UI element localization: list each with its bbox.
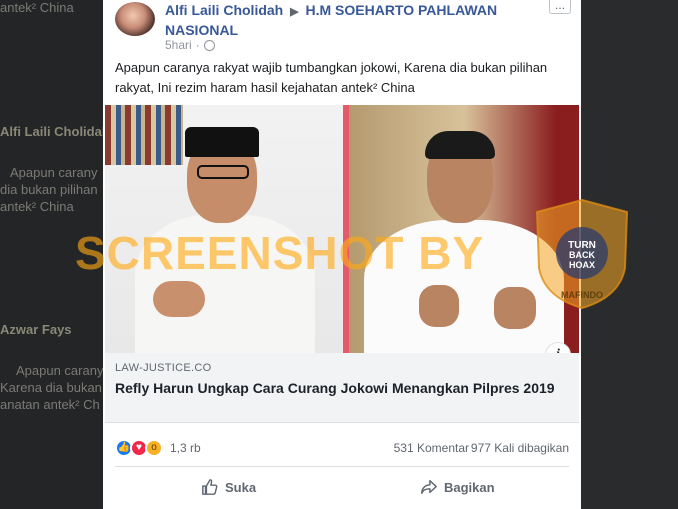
bg-feed-author: Azwar Fays bbox=[0, 322, 72, 337]
bg-feed-text: antek² China bbox=[0, 199, 74, 214]
turnbackhoax-badge: TURN BACK HOAX MAFINDO bbox=[533, 198, 631, 310]
bg-feed-text: Apapun carany bbox=[10, 165, 98, 180]
person-right-hair bbox=[425, 131, 495, 159]
comment-count[interactable]: 531 Komentar bbox=[394, 441, 469, 455]
author-line: Alfi Laili Cholidah ▶ H.M SOEHARTO PAHLA… bbox=[165, 1, 545, 39]
post-meta: 5hari · bbox=[165, 38, 215, 52]
divider bbox=[115, 466, 569, 467]
peci-hat bbox=[185, 127, 259, 157]
bg-feed-text: antek² China bbox=[0, 0, 74, 15]
post-text: Apapun caranya rakyat wajib tumbangkan j… bbox=[115, 60, 548, 95]
like-label: Suka bbox=[225, 479, 257, 495]
post-time[interactable]: 5hari bbox=[165, 38, 192, 52]
thumbs-up-icon bbox=[202, 479, 218, 495]
person-right-hand bbox=[494, 287, 536, 329]
share-count[interactable]: 977 Kali dibagikan bbox=[471, 441, 569, 455]
link-domain: LAW-JUSTICE.CO bbox=[115, 362, 212, 374]
person-right-hand bbox=[419, 285, 459, 327]
avatar[interactable] bbox=[115, 2, 155, 36]
person-left-hand bbox=[153, 281, 205, 317]
share-label: Bagikan bbox=[444, 479, 495, 495]
post-actions: Suka Bagikan bbox=[115, 472, 569, 502]
svg-text:MAFINDO: MAFINDO bbox=[561, 290, 603, 300]
bg-feed-text: Apapun carany bbox=[16, 363, 104, 378]
bookshelf bbox=[105, 105, 183, 165]
bg-feed-text: dia bukan pilihan bbox=[0, 182, 98, 197]
mafindo-shield-icon: TURN BACK HOAX MAFINDO bbox=[535, 198, 629, 310]
middot: · bbox=[195, 38, 200, 52]
globe-icon bbox=[203, 39, 215, 51]
glasses bbox=[197, 165, 249, 179]
bg-feed-text: Karena dia bukan bbox=[0, 380, 102, 395]
reaction-count[interactable]: 1,3 rb bbox=[170, 441, 201, 455]
link-title[interactable]: Refly Harun Ungkap Cara Curang Jokowi Me… bbox=[115, 379, 565, 398]
watermark-text: SCREENSHOT BY bbox=[75, 227, 485, 279]
share-icon bbox=[421, 479, 437, 495]
bg-feed-author: Alfi Laili Cholidah bbox=[0, 124, 110, 139]
more-options-button[interactable]: ... bbox=[549, 0, 571, 14]
svg-text:BACK: BACK bbox=[569, 250, 595, 260]
like-button[interactable]: Suka bbox=[201, 472, 256, 502]
wow-reaction-icon: o bbox=[145, 439, 163, 457]
link-info[interactable]: LAW-JUSTICE.CO Refly Harun Ungkap Cara C… bbox=[105, 353, 579, 423]
svg-text:HOAX: HOAX bbox=[569, 260, 595, 270]
share-button[interactable]: Bagikan bbox=[420, 472, 495, 502]
reactions-bar: 👍 ♥ o 1,3 rb 531 Komentar 977 Kali dibag… bbox=[115, 436, 569, 458]
author-name[interactable]: Alfi Laili Cholidah bbox=[165, 2, 283, 18]
arrow-icon: ▶ bbox=[290, 6, 299, 18]
post-header: Alfi Laili Cholidah ▶ H.M SOEHARTO PAHLA… bbox=[115, 0, 571, 56]
bg-feed-text: anatan antek² Ch bbox=[0, 397, 100, 412]
